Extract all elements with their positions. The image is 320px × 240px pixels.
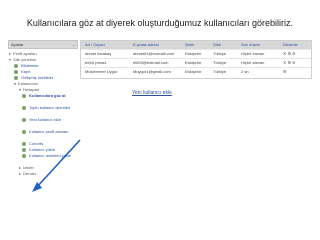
cell-name[interactable]: betül yılmaz [85, 59, 106, 67]
table-row: Müslemmet Uygur Muygur1@gmail.com Eskişe… [81, 67, 311, 77]
tree-item-profile-settings[interactable]: ▸ Profil ayarları [9, 51, 37, 56]
tree-item-bulk-user-actions[interactable]: Toplu kullanıcı işlemleri [22, 105, 72, 110]
cell-city: Eskişehir [185, 51, 202, 56]
tree-item-users[interactable]: ▾ Kullanıcılar [14, 81, 38, 86]
page-icon [22, 93, 26, 98]
col-header-name[interactable]: Ad / Soyad [85, 41, 105, 49]
expand-arrow-icon: ▾ [9, 57, 12, 62]
page-icon [14, 63, 18, 68]
page-icon [22, 153, 26, 158]
expand-arrow-icon: ▾ [14, 81, 17, 86]
tree-item-browse-users[interactable]: Kullanıcılara göz at [22, 93, 72, 98]
tree-item-label: Hesaplar [23, 87, 40, 92]
settings-header[interactable]: Ayarlar – [8, 40, 78, 49]
cell-city: Eskişehir [185, 69, 202, 74]
tree-item-label: Gelişmiş özellikler [21, 75, 54, 80]
collapse-arrow-icon: ▸ [9, 51, 12, 56]
tree-item-notifications[interactable]: Bildirimler [14, 63, 39, 68]
add-user-link[interactable]: Yeni kullanıcı ekle [132, 90, 172, 96]
edit-icons[interactable]: ✕ ⚙ ⊘ [283, 59, 296, 67]
cell-name[interactable]: ahmet karakaş [85, 50, 111, 58]
cell-email: ahmet63@hotmail.com [133, 51, 175, 56]
tree-item-site-admin[interactable]: ▾ Site yönetimi [9, 57, 36, 62]
tree-item-advanced-features[interactable]: Gelişmiş özellikler [14, 75, 53, 80]
tree-item-label: Kayıt [21, 69, 31, 74]
col-header-edit: Düzenle [283, 42, 298, 47]
page-caption: Kullanıcılara göz at diyerek oluşturduğu… [26, 18, 294, 28]
cell-email: Muygur1@gmail.com [133, 69, 171, 74]
cell-email: bkf03@botmail.com [133, 60, 169, 65]
edit-icons[interactable]: ✕ ⚙ ⊘ [283, 50, 296, 58]
tree-item-registration[interactable]: Kayıt [14, 69, 30, 74]
collapse-arrow-icon: ▸ [19, 171, 22, 176]
col-header-city[interactable]: Şehir [185, 41, 194, 49]
cell-country: Türkiye [213, 51, 227, 56]
col-header-last-access[interactable]: Son erişim [241, 41, 260, 49]
cell-last-access: Hiçbir zaman [241, 60, 265, 65]
pointer-arrow-icon [32, 139, 81, 192]
screenshot-frame: Ayarlar – ▸ Profil ayarları ▾ Site yönet… [8, 40, 312, 240]
collapse-icon[interactable]: – [73, 41, 75, 48]
tree-item-label: Toplu kullanıcı işlemleri [29, 105, 71, 110]
page-icon [22, 147, 26, 152]
tree-item-label: Profil ayarları [13, 51, 37, 56]
page-icon [14, 69, 18, 74]
page-icon [14, 75, 18, 80]
settings-header-label: Ayarlar [11, 42, 24, 47]
collapse-arrow-icon: ▸ [19, 165, 22, 170]
page-icon [22, 141, 26, 146]
tree-item-accounts[interactable]: ▾ Hesaplar [19, 87, 39, 92]
tree-item-add-user[interactable]: Yeni kullanıcı ekle [22, 117, 72, 122]
cell-last-access: Hiçbir zaman [241, 51, 265, 56]
cell-city: Eskişehir [185, 60, 202, 65]
tree-item-user-profile-fields[interactable]: Kullanıcı profil alanları [22, 129, 72, 134]
expand-arrow-icon: ▾ [19, 87, 22, 92]
users-table: Ad / Soyad E-posta adresi Şehir Ülke Son… [80, 40, 312, 79]
tree-item-label: Kullanıcı profil alanları [29, 129, 69, 134]
table-header-row: Ad / Soyad E-posta adresi Şehir Ülke Son… [81, 41, 311, 49]
edit-icons[interactable]: ⚙ [283, 68, 287, 76]
col-header-country[interactable]: Ülke [213, 41, 221, 49]
cell-last-access: 2 sn [241, 69, 249, 74]
col-header-email[interactable]: E-posta adresi [133, 41, 159, 49]
tree-item-label: Kullanıcılara göz at [29, 93, 66, 98]
cell-country: Türkiye [213, 69, 227, 74]
tree-item-label: Site yönetimi [13, 57, 37, 62]
page-icon [22, 117, 26, 122]
tree-item-label: Bildirimler [21, 63, 39, 68]
tree-item-label: Yeni kullanıcı ekle [29, 117, 61, 122]
tree-item-label: Kullanıcılar [18, 81, 38, 86]
page-icon [22, 105, 26, 110]
page-icon [22, 129, 26, 134]
cell-country: Türkiye [213, 60, 227, 65]
cell-name[interactable]: Müslemmet Uygur [85, 68, 117, 76]
